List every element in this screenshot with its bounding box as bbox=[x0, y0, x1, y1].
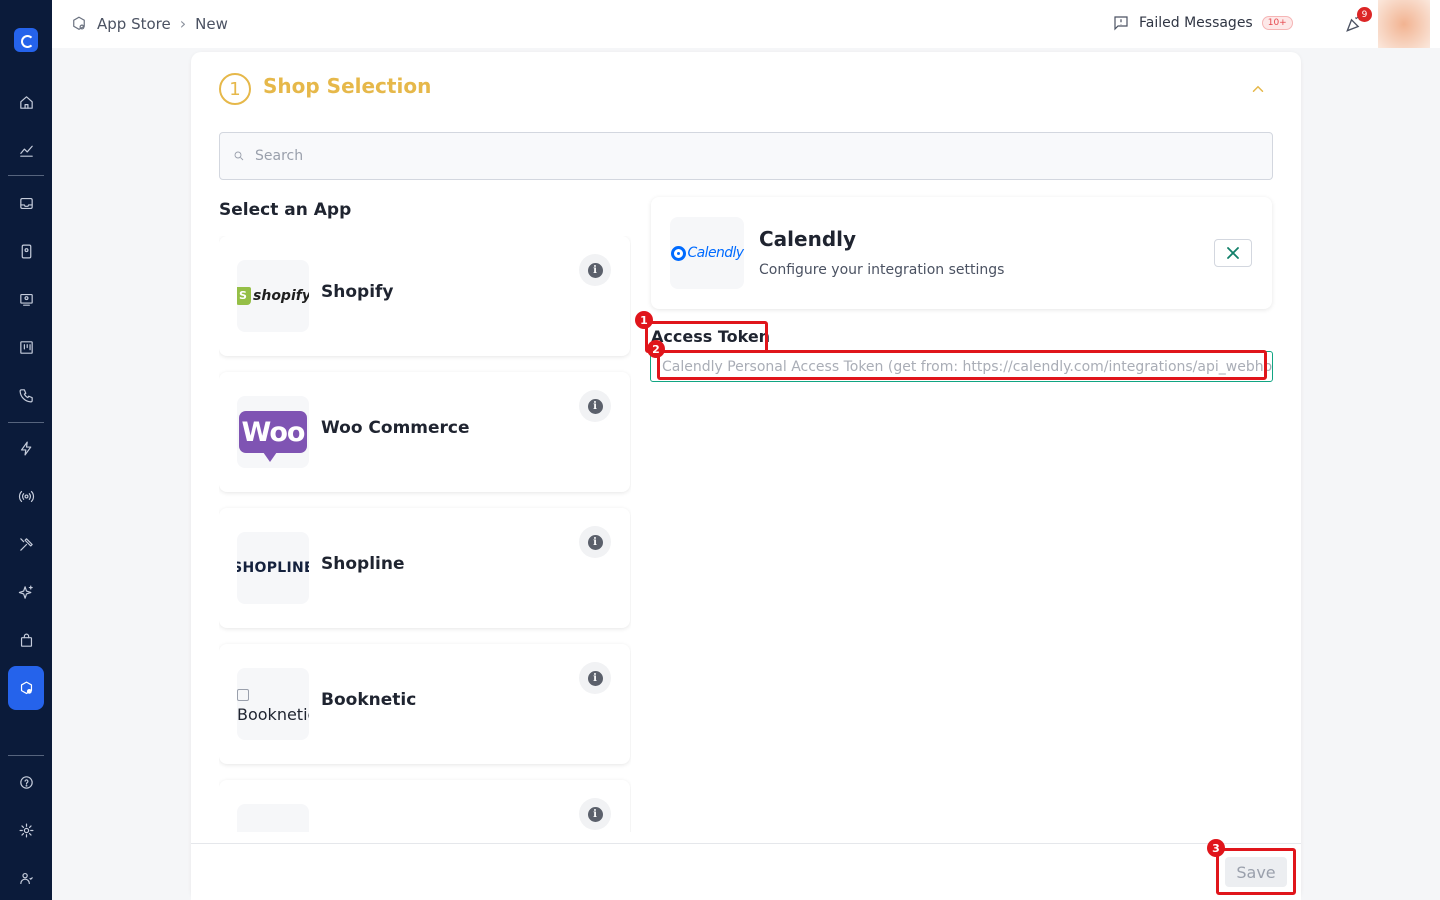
shopline-logo-text: SHOPLINE bbox=[237, 560, 309, 576]
store-bag-icon[interactable] bbox=[14, 628, 38, 652]
app-card-shopify[interactable]: shopify Shopify i bbox=[219, 236, 630, 356]
users-icon[interactable] bbox=[14, 866, 38, 890]
brand-logo[interactable] bbox=[14, 28, 38, 52]
breadcrumb-new: New bbox=[195, 14, 228, 33]
info-button[interactable]: i bbox=[579, 662, 611, 694]
search-box bbox=[219, 132, 1273, 180]
failed-messages-button[interactable]: Failed Messages 10+ bbox=[1112, 14, 1293, 32]
failed-messages-label: Failed Messages bbox=[1139, 15, 1253, 31]
info-icon: i bbox=[587, 670, 603, 686]
woocommerce-logo: Woo bbox=[237, 396, 309, 468]
save-button[interactable]: Save bbox=[1225, 857, 1287, 887]
app-name: Shopline bbox=[321, 554, 405, 574]
breadcrumb: App Store › New bbox=[70, 14, 228, 33]
home-icon[interactable] bbox=[14, 90, 38, 114]
contacts-icon[interactable] bbox=[14, 239, 38, 263]
info-button[interactable]: i bbox=[579, 798, 611, 830]
tools-icon[interactable] bbox=[14, 532, 38, 556]
calendly-logo: Calendly bbox=[670, 217, 744, 289]
collapse-button[interactable] bbox=[1249, 80, 1267, 98]
shopify-logo: shopify bbox=[237, 260, 309, 332]
calendly-logo-text: Calendly bbox=[687, 245, 745, 261]
info-icon: i bbox=[587, 806, 603, 822]
close-icon bbox=[1227, 247, 1239, 259]
breadcrumb-app-store[interactable]: App Store bbox=[97, 15, 171, 33]
ai-sparkle-icon[interactable] bbox=[14, 580, 38, 604]
broken-image-icon bbox=[237, 689, 249, 701]
access-token-input[interactable] bbox=[650, 351, 1273, 382]
inbox-icon[interactable] bbox=[14, 191, 38, 215]
app-store-icon[interactable] bbox=[14, 676, 38, 700]
app-card-booknetic[interactable]: Booknetic Booknetic i bbox=[219, 644, 630, 764]
integration-config-card: Calendly Calendly Configure your integra… bbox=[651, 197, 1272, 309]
help-icon[interactable] bbox=[14, 770, 38, 794]
footer-bar: Save bbox=[191, 843, 1301, 900]
user-avatar[interactable] bbox=[1378, 0, 1430, 48]
section-title: Shop Selection bbox=[263, 74, 432, 98]
woo-logo-text: Woo bbox=[239, 411, 307, 462]
phone-icon[interactable] bbox=[14, 383, 38, 407]
notification-count-badge: 9 bbox=[1357, 7, 1372, 22]
shopline-logo: SHOPLINE bbox=[237, 532, 309, 604]
app-name: Shopify bbox=[321, 282, 394, 302]
shop-selection-card: 1 Shop Selection Select an App shopify S… bbox=[191, 52, 1301, 900]
annotation-marker-3: 3 bbox=[1207, 839, 1225, 857]
app-card-woo-commerce[interactable]: Woo Woo Commerce i bbox=[219, 372, 630, 492]
access-token-label: Access Token bbox=[651, 327, 771, 346]
booknetic-logo-alt: Booknetic bbox=[237, 705, 309, 724]
chevron-right-icon: › bbox=[179, 14, 187, 33]
integration-title: Calendly bbox=[759, 227, 857, 251]
app-name: Booknetic bbox=[321, 690, 417, 710]
select-app-heading: Select an App bbox=[219, 200, 352, 220]
step-number: 1 bbox=[219, 73, 251, 105]
info-button[interactable]: i bbox=[579, 254, 611, 286]
info-icon: i bbox=[587, 534, 603, 550]
sidebar bbox=[0, 0, 52, 900]
topbar: App Store › New Failed Messages 10+ 9 bbox=[52, 0, 1440, 48]
app-card-shopline[interactable]: SHOPLINE Shopline i bbox=[219, 508, 630, 628]
app-card-partial[interactable]: i bbox=[219, 780, 630, 832]
info-button[interactable]: i bbox=[579, 390, 611, 422]
annotation-marker-1: 1 bbox=[635, 311, 653, 329]
info-icon: i bbox=[587, 262, 603, 278]
failed-messages-badge: 10+ bbox=[1261, 16, 1293, 30]
integration-subtitle: Configure your integration settings bbox=[759, 262, 1005, 278]
analytics-icon[interactable] bbox=[14, 138, 38, 162]
board-icon[interactable] bbox=[14, 335, 38, 359]
calendly-mark bbox=[670, 245, 686, 261]
close-button[interactable] bbox=[1214, 239, 1252, 267]
booknetic-logo: Booknetic bbox=[237, 668, 309, 740]
app-list: shopify Shopify i Woo Woo Commerce i SHO… bbox=[219, 236, 631, 832]
chevron-up-icon bbox=[1252, 85, 1264, 92]
settings-icon[interactable] bbox=[14, 818, 38, 842]
broadcast-icon[interactable] bbox=[14, 287, 38, 311]
app-logo bbox=[237, 804, 309, 832]
message-alert-icon bbox=[1114, 16, 1128, 31]
annotation-marker-2: 2 bbox=[647, 340, 665, 358]
sidebar-divider bbox=[8, 175, 44, 176]
info-icon: i bbox=[587, 398, 603, 414]
sidebar-divider bbox=[8, 422, 44, 423]
app-store-icon bbox=[73, 16, 85, 30]
sidebar-divider bbox=[8, 755, 44, 756]
app-name: Woo Commerce bbox=[321, 418, 470, 438]
search-icon bbox=[234, 151, 244, 161]
signal-icon[interactable] bbox=[14, 484, 38, 508]
shopify-logo-text: shopify bbox=[253, 288, 309, 304]
info-button[interactable]: i bbox=[579, 526, 611, 558]
search-input[interactable] bbox=[255, 148, 1155, 164]
automation-icon[interactable] bbox=[14, 436, 38, 460]
